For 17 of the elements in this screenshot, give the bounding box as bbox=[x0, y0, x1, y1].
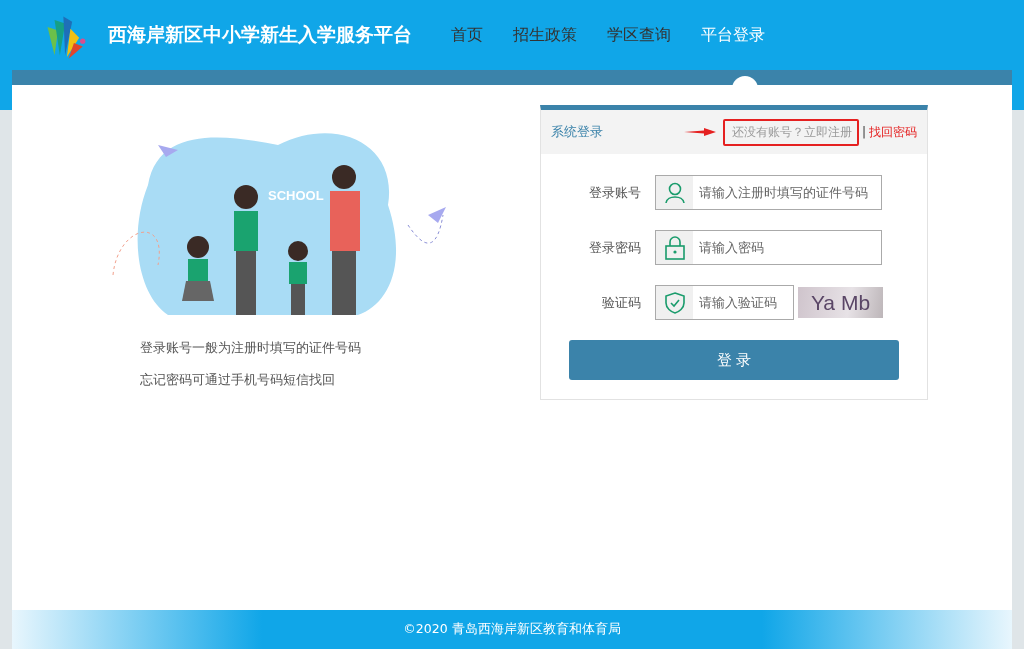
hint-text: 登录账号一般为注册时填写的证件号码 bbox=[140, 339, 362, 357]
nav-tab[interactable]: 招生政策 bbox=[498, 24, 592, 46]
field-label: 登录账号 bbox=[588, 183, 642, 202]
nav-tab[interactable]: 首页 bbox=[436, 24, 498, 46]
site-title: 西海岸新区中小学新生入学服务平台 bbox=[108, 22, 412, 47]
register-link[interactable]: 还没有账号？立即注册 bbox=[727, 123, 854, 141]
hint-text: 忘记密码可通过手机号码短信找回 bbox=[140, 371, 336, 389]
card-title: 系统登录 bbox=[551, 123, 603, 141]
captcha-image[interactable]: Ya Mb bbox=[798, 287, 883, 318]
nav-tab[interactable]: 平台登录 bbox=[686, 24, 780, 46]
copyright-text: ©2020 青岛西海岸新区教育和体育局 bbox=[403, 621, 621, 638]
separator-text: | bbox=[861, 125, 866, 139]
nav-tab[interactable]: 学区查询 bbox=[592, 24, 686, 46]
recover-password-link[interactable]: 找回密码 bbox=[869, 123, 917, 141]
field-label: 验证码 bbox=[601, 293, 642, 312]
field-label: 登录密码 bbox=[588, 238, 642, 257]
login-button[interactable]: 登 录 bbox=[569, 340, 899, 380]
